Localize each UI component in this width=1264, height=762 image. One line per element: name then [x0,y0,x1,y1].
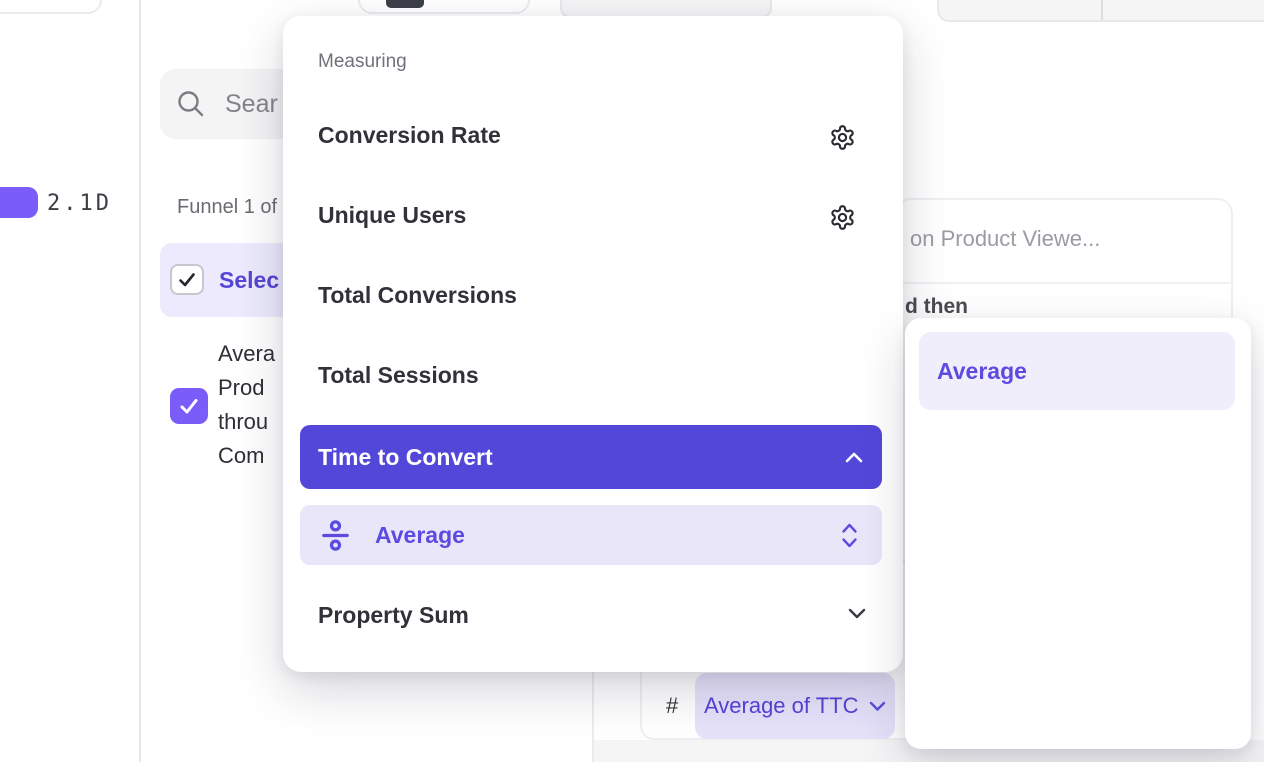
menu-item-conversion-rate[interactable]: Conversion Rate [318,122,501,149]
checkmark-icon [177,271,197,289]
metric-chip-label: Average of TTC [704,673,858,739]
selected-event-label: Selec [219,267,279,294]
time-to-convert-label: Time to Convert [318,425,493,489]
chevron-down-icon [848,608,866,619]
event-checkbox[interactable] [170,264,204,295]
toolbar-button-fragment[interactable] [386,0,424,8]
menu-item-property-sum[interactable]: Property Sum [318,602,469,629]
agg-average-label: Average [937,332,1027,410]
menu-item-total-sessions[interactable]: Total Sessions [318,362,479,389]
card-divider [896,282,1232,284]
event-name-label[interactable]: on Product Viewe... [910,226,1100,252]
step-checkbox[interactable] [170,388,208,424]
average-icon [319,519,352,552]
average-submenu-label: Average [375,505,465,565]
gear-icon[interactable] [829,124,856,151]
segmented-control-divider [1101,0,1103,20]
chevron-down-icon [869,701,886,712]
up-down-selector-icon [841,522,858,549]
menu-section-label: Measuring [318,51,407,73]
search-value: Sear [225,69,278,139]
checkmark-icon [178,397,200,416]
step-description-line: throu [218,409,284,439]
agg-item-median[interactable]: Median [937,758,1016,762]
gear-icon[interactable] [829,204,856,231]
top-left-card-fragment [0,0,102,14]
chevron-up-icon [845,452,863,463]
and-then-label: d then [905,295,968,319]
step-description-line: Prod [218,375,284,405]
funnel-step-label: Funnel 1 of [177,196,277,219]
agg-item-average[interactable]: Average [919,332,1235,410]
measuring-dropdown-menu: Measuring Conversion Rate Unique Users T… [283,16,903,672]
report-badge-label: 2.1D [47,191,112,216]
menu-item-time-to-convert[interactable]: Time to Convert [300,425,882,489]
menu-item-unique-users[interactable]: Unique Users [318,202,466,229]
step-description-line: Com [218,443,284,473]
menu-item-total-conversions[interactable]: Total Conversions [318,282,517,309]
numeric-type-label: # [666,693,678,719]
submenu-item-average[interactable]: Average [300,505,882,565]
step-description-line: Avera [218,341,284,371]
left-panel-divider [139,0,141,762]
aggregation-dropdown-menu: Average Median Percentile Minimum Maximu… [905,318,1251,749]
top-toolbar-card-fragment [358,0,530,14]
app-screen: 2.1D Sear Funnel 1 of Selec Avera Prod t… [0,0,1264,762]
search-icon [176,89,206,119]
report-color-badge[interactable] [0,187,38,218]
